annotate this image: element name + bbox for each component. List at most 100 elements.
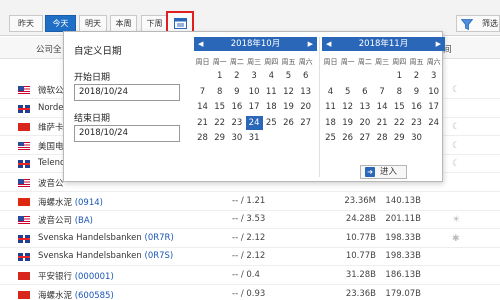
calendar-day[interactable]: 2 bbox=[408, 69, 425, 83]
calendar-day[interactable]: 8 bbox=[391, 85, 408, 99]
calendar-day[interactable]: 20 bbox=[356, 116, 373, 130]
calendar-day[interactable]: 12 bbox=[339, 100, 356, 114]
calendar-day[interactable]: 22 bbox=[391, 116, 408, 130]
calendar-day[interactable]: 26 bbox=[280, 116, 297, 130]
calendar-day[interactable]: 30 bbox=[408, 131, 425, 145]
table-row[interactable]: 波音公司 (BA) -- / 3.53 24.28B 201.11B ☀ bbox=[0, 211, 500, 230]
calendar-day[interactable]: 19 bbox=[339, 116, 356, 130]
flag-icon bbox=[18, 216, 30, 225]
calendar-day[interactable]: 1 bbox=[211, 69, 228, 83]
tab-today[interactable]: 今天 bbox=[45, 15, 76, 32]
tab-this-week[interactable]: 本周 bbox=[110, 15, 137, 32]
calendar-day[interactable]: 16 bbox=[408, 100, 425, 114]
company-name[interactable]: 美国电 bbox=[38, 140, 64, 152]
calendar-day[interactable]: 29 bbox=[211, 131, 228, 145]
calendar-day[interactable]: 15 bbox=[211, 100, 228, 114]
calendar-day[interactable]: 6 bbox=[356, 85, 373, 99]
eps-value: -- / 0.4 bbox=[232, 270, 260, 280]
company-name[interactable]: 波音公司 (BA) bbox=[38, 214, 93, 226]
company-name[interactable]: 海螺水泥 (0914) bbox=[38, 196, 103, 208]
company-name[interactable]: 维萨卡 bbox=[38, 121, 64, 133]
calendar-day[interactable]: 31 bbox=[246, 131, 263, 145]
calendar-day[interactable]: 11 bbox=[263, 85, 280, 99]
calendar-day[interactable]: 4 bbox=[263, 69, 280, 83]
calendar-day[interactable]: 9 bbox=[408, 85, 425, 99]
calendar-day[interactable]: 28 bbox=[374, 131, 391, 145]
calendar-day[interactable]: 11 bbox=[322, 100, 339, 114]
calendar-day[interactable]: 15 bbox=[391, 100, 408, 114]
calendar-day[interactable]: 22 bbox=[211, 116, 228, 130]
calendar-day[interactable]: 17 bbox=[246, 100, 263, 114]
calendar-day[interactable]: 12 bbox=[280, 85, 297, 99]
company-name[interactable]: 波音公 bbox=[38, 177, 64, 189]
calendar-day[interactable]: 28 bbox=[194, 131, 211, 145]
prev-month-icon[interactable]: ◀ bbox=[198, 37, 203, 51]
calendar-day[interactable]: 6 bbox=[297, 69, 314, 83]
calendar-day[interactable]: 18 bbox=[322, 116, 339, 130]
calendar-day[interactable]: 2 bbox=[228, 69, 245, 83]
calendar-day[interactable]: 25 bbox=[322, 131, 339, 145]
calendar-day[interactable]: 14 bbox=[374, 100, 391, 114]
calendar-day[interactable]: 23 bbox=[228, 116, 245, 130]
next-month-icon[interactable]: ▶ bbox=[436, 37, 441, 51]
eps-value: -- / 2.12 bbox=[232, 232, 266, 243]
company-name[interactable]: 海螺水泥 (600585) bbox=[38, 289, 114, 300]
enter-button[interactable]: ➜ 进入 bbox=[360, 165, 407, 179]
calendar-day[interactable]: 5 bbox=[339, 85, 356, 99]
calendar-day[interactable]: 24 bbox=[425, 116, 442, 130]
start-date-input[interactable]: 2018/10/24 bbox=[74, 84, 180, 101]
calendar-day[interactable]: 16 bbox=[228, 100, 245, 114]
calendar-day[interactable]: 1 bbox=[391, 69, 408, 83]
popup-title: 自定义日期 bbox=[74, 46, 122, 57]
calendar-day[interactable]: 13 bbox=[356, 100, 373, 114]
calendar-day[interactable]: 27 bbox=[356, 131, 373, 145]
selected-day[interactable]: 24 bbox=[245, 115, 263, 130]
next-month-icon[interactable]: ▶ bbox=[308, 37, 313, 51]
calendar-day[interactable]: 19 bbox=[280, 100, 297, 114]
calendar-day[interactable]: 21 bbox=[194, 116, 211, 130]
calendar-day[interactable]: 7 bbox=[374, 85, 391, 99]
stock-code: (000001) bbox=[74, 272, 114, 282]
table-row[interactable]: Svenska Handelsbanken (0R7R) -- / 2.12 10.… bbox=[0, 230, 500, 248]
filter-button[interactable]: 筛选 bbox=[456, 15, 500, 32]
tab-tomorrow[interactable]: 明天 bbox=[79, 15, 107, 32]
calendar-day[interactable]: 18 bbox=[263, 100, 280, 114]
tab-next-week[interactable]: 下周 bbox=[141, 15, 168, 32]
flag-icon bbox=[18, 160, 30, 169]
calendar-day[interactable]: 17 bbox=[425, 100, 442, 114]
calendar-day[interactable]: 10 bbox=[246, 85, 263, 99]
calendar-day[interactable]: 14 bbox=[194, 100, 211, 114]
weekday-label: 周二 bbox=[357, 58, 372, 66]
time-icon: ☀ bbox=[452, 215, 461, 226]
table-row[interactable]: 海螺水泥 (0914) -- / 1.21 23.36M 140.13B bbox=[0, 193, 500, 211]
company-name[interactable]: Svenska Handelsbanken (0R7R) bbox=[38, 233, 174, 243]
calendar-day[interactable]: 8 bbox=[211, 85, 228, 99]
table-row[interactable]: 海螺水泥 (600585) -- / 0.93 23.36B 179.07B bbox=[0, 286, 500, 300]
tab-yesterday[interactable]: 昨天 bbox=[9, 15, 43, 32]
company-name[interactable]: Svenska Handelsbanken (0R7S) bbox=[38, 251, 173, 261]
market-cap-value: 140.13B bbox=[385, 195, 421, 206]
calendar-day[interactable]: 3 bbox=[246, 69, 263, 83]
calendar-day[interactable]: 13 bbox=[297, 85, 314, 99]
company-name[interactable]: 平安银行 (000001) bbox=[38, 270, 114, 282]
company-name[interactable]: 微软公 bbox=[38, 84, 64, 96]
weekday-label: 周日 bbox=[323, 58, 338, 66]
calendar-day[interactable]: 21 bbox=[374, 116, 391, 130]
table-row[interactable]: 平安银行 (000001) -- / 0.4 31.28B 186.13B bbox=[0, 267, 500, 285]
calendar-day[interactable]: 26 bbox=[339, 131, 356, 145]
calendar-day[interactable]: 3 bbox=[425, 69, 442, 83]
calendar-day[interactable]: 23 bbox=[408, 116, 425, 130]
calendar-day[interactable]: 30 bbox=[228, 131, 245, 145]
calendar-day[interactable]: 29 bbox=[391, 131, 408, 145]
calendar-day[interactable]: 27 bbox=[297, 116, 314, 130]
calendar-day[interactable]: 5 bbox=[280, 69, 297, 83]
calendar-day[interactable]: 25 bbox=[263, 116, 280, 130]
end-date-input[interactable]: 2018/10/24 bbox=[74, 125, 180, 142]
calendar-day[interactable]: 9 bbox=[228, 85, 245, 99]
table-row[interactable]: Svenska Handelsbanken (0R7S) -- / 2.12 10.… bbox=[0, 248, 500, 267]
calendar-day[interactable]: 4 bbox=[322, 85, 339, 99]
calendar-day[interactable]: 10 bbox=[425, 85, 442, 99]
calendar-day[interactable]: 20 bbox=[297, 100, 314, 114]
prev-month-icon[interactable]: ◀ bbox=[326, 37, 331, 51]
calendar-day[interactable]: 7 bbox=[194, 85, 211, 99]
